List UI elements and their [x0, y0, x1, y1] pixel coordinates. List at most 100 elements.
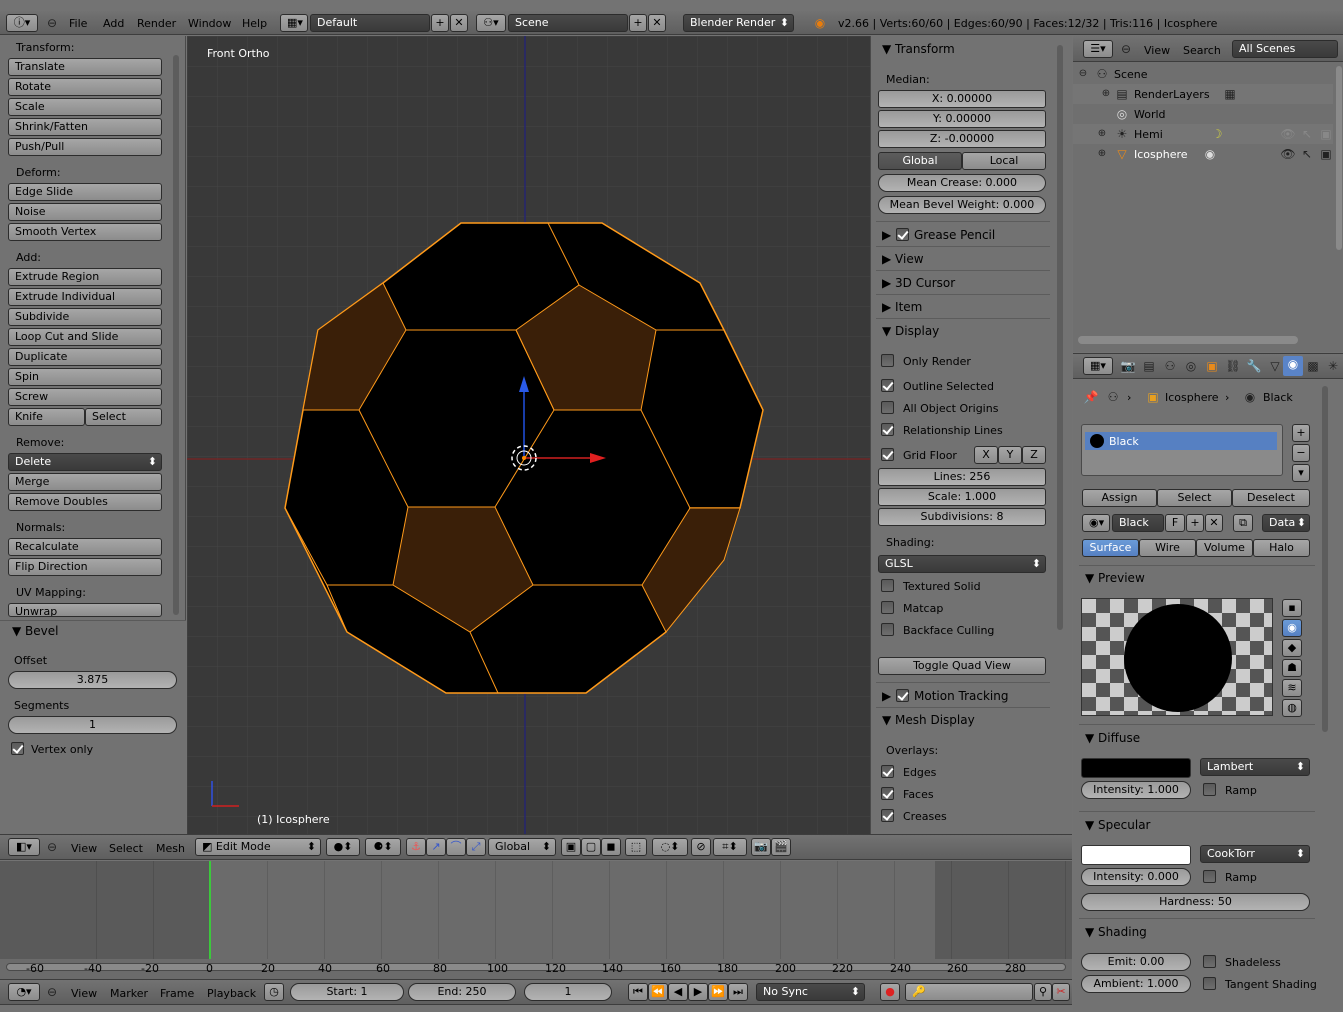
display-panel-header[interactable]: ▼ Display: [882, 324, 939, 338]
particles-tab-icon[interactable]: ✳: [1325, 358, 1341, 374]
matcap-checkbox[interactable]: [881, 601, 894, 614]
collapse-menu-icon[interactable]: ⊖: [44, 984, 60, 1000]
menu-file[interactable]: File: [69, 17, 87, 30]
outliner-menu-search[interactable]: Search: [1183, 44, 1221, 57]
render-animation-icon[interactable]: 🎬: [771, 838, 791, 856]
breadcrumb-material[interactable]: Black: [1263, 391, 1293, 404]
fake-user-toggle[interactable]: F: [1165, 514, 1185, 532]
editor-type-button[interactable]: ⓘ▾: [6, 14, 38, 32]
limit-selection-icon[interactable]: ⬚: [625, 838, 647, 856]
menu-help[interactable]: Help: [242, 17, 267, 30]
spin-button[interactable]: Spin: [8, 368, 162, 386]
mode-select[interactable]: ◩ Edit Mode ⬍: [195, 838, 321, 856]
timeline-editor-type-button[interactable]: ◔▾: [8, 983, 40, 1001]
grid-lines-field[interactable]: Lines: 256: [878, 468, 1046, 486]
diffuse-panel-header[interactable]: ▼ Diffuse: [1085, 731, 1140, 745]
edges-checkbox[interactable]: [881, 765, 894, 778]
keying-set-field[interactable]: 🔑: [905, 983, 1033, 1001]
layout-field[interactable]: Default: [310, 14, 430, 32]
only-render-checkbox[interactable]: [881, 354, 894, 367]
specular-intensity-field[interactable]: Intensity: 0.000: [1081, 868, 1191, 886]
play-icon[interactable]: ▶: [688, 983, 708, 1001]
noise-button[interactable]: Noise: [8, 203, 162, 221]
add-slot-icon[interactable]: +: [1292, 424, 1310, 442]
specular-ramp-checkbox[interactable]: [1203, 870, 1216, 883]
new-material-icon[interactable]: +: [1186, 514, 1204, 532]
orientation-select[interactable]: Global ⬍: [488, 838, 556, 856]
outliner-vscrollbar[interactable]: [1336, 66, 1342, 250]
faces-checkbox[interactable]: [881, 787, 894, 800]
material-browse-icon[interactable]: ◉▾: [1082, 514, 1110, 532]
menu-render[interactable]: Render: [137, 17, 176, 30]
visibility-eye-icon[interactable]: 👁: [1280, 146, 1296, 162]
tool-shelf-scrollbar[interactable]: [173, 55, 179, 615]
median-y-field[interactable]: Y: 0.00000: [878, 110, 1046, 128]
proportional-edit-select[interactable]: ◌⬍: [652, 838, 688, 856]
collapse-scene-icon[interactable]: ⊖: [1075, 66, 1091, 82]
view3d-menu-select[interactable]: Select: [109, 842, 143, 855]
shading-mode-select[interactable]: GLSL ⬍: [878, 555, 1046, 573]
vertex-only-checkbox[interactable]: [11, 742, 24, 755]
render-camera-icon[interactable]: ▣: [1318, 126, 1334, 142]
screen-layout-icon[interactable]: ▦▾: [280, 14, 308, 32]
bevel-panel-title[interactable]: ▼ Bevel: [12, 624, 58, 638]
grid-x-toggle[interactable]: X: [974, 446, 998, 464]
preview-flat-icon[interactable]: ▪: [1282, 599, 1302, 617]
specular-panel-header[interactable]: ▼ Specular: [1085, 818, 1151, 832]
flip-direction-button[interactable]: Flip Direction: [8, 558, 162, 576]
hardness-field[interactable]: Hardness: 50: [1081, 893, 1310, 911]
view3d-menu-view[interactable]: View: [71, 842, 97, 855]
collapse-menu-icon[interactable]: ⊖: [1118, 41, 1134, 57]
timeline-menu-view[interactable]: View: [71, 987, 97, 1000]
knife-button[interactable]: Knife: [8, 408, 85, 426]
rotate-manipulator-icon[interactable]: ⌒: [446, 838, 466, 856]
tab-halo[interactable]: Halo: [1253, 539, 1310, 557]
mean-crease-field[interactable]: Mean Crease: 0.000: [878, 174, 1046, 192]
median-z-field[interactable]: Z: -0.00000: [878, 130, 1046, 148]
vertex-select-icon[interactable]: ▣: [561, 838, 581, 856]
recalculate-button[interactable]: Recalculate: [8, 538, 162, 556]
textured-solid-checkbox[interactable]: [881, 579, 894, 592]
motion-tracking-header[interactable]: ▶: [882, 689, 891, 703]
local-toggle[interactable]: Local: [962, 152, 1046, 170]
relationship-lines-checkbox[interactable]: [881, 423, 894, 436]
render-tab-icon[interactable]: 📷: [1120, 358, 1136, 374]
edge-select-icon[interactable]: ▢: [581, 838, 601, 856]
render-still-icon[interactable]: 📷: [751, 838, 771, 856]
diffuse-color-swatch[interactable]: [1081, 758, 1191, 778]
remove-layout-icon[interactable]: ✕: [450, 14, 468, 32]
diffuse-intensity-field[interactable]: Intensity: 1.000: [1081, 781, 1191, 799]
preview-hair-icon[interactable]: ≋: [1282, 679, 1302, 697]
extrude-region-button[interactable]: Extrude Region: [8, 268, 162, 286]
constraints-tab-icon[interactable]: ⛓: [1225, 358, 1241, 374]
properties-editor-type-button[interactable]: ▦▾: [1083, 357, 1113, 375]
material-name-field[interactable]: Black: [1112, 514, 1164, 532]
outliner-editor-type-button[interactable]: ☰▾: [1083, 40, 1113, 58]
select-cursor-icon[interactable]: ↖: [1299, 146, 1315, 162]
timeline-menu-marker[interactable]: Marker: [110, 987, 148, 1000]
material-tab-icon[interactable]: ◉: [1283, 356, 1303, 376]
view-panel-header[interactable]: ▶ View: [882, 252, 924, 266]
pivot-point-select[interactable]: ⚈⬍: [365, 838, 401, 856]
grease-pencil-header[interactable]: ▶: [882, 228, 891, 242]
smooth-vertex-button[interactable]: Smooth Vertex: [8, 223, 162, 241]
insert-key-icon[interactable]: ⚲: [1034, 983, 1052, 1001]
sync-mode-select[interactable]: No Sync ⬍: [756, 983, 865, 1001]
object-tab-icon[interactable]: ▣: [1204, 358, 1220, 374]
jump-key-back-icon[interactable]: ⏪: [648, 983, 668, 1001]
select-button[interactable]: Select: [1157, 489, 1232, 507]
translate-button[interactable]: Translate: [8, 58, 162, 76]
emit-field[interactable]: Emit: 0.00: [1081, 953, 1191, 971]
edge-slide-button[interactable]: Edge Slide: [8, 183, 162, 201]
delete-menu-button[interactable]: Delete ⬍: [8, 453, 162, 471]
record-icon[interactable]: ●: [880, 983, 900, 1001]
view3d-menu-mesh[interactable]: Mesh: [156, 842, 185, 855]
creases-checkbox[interactable]: [881, 809, 894, 822]
data-tab-icon[interactable]: ▽: [1267, 358, 1283, 374]
pin-icon[interactable]: 📌: [1083, 389, 1099, 405]
ambient-field[interactable]: Ambient: 1.000: [1081, 975, 1191, 993]
jump-start-icon[interactable]: ⏮: [628, 983, 648, 1001]
scale-manipulator-icon[interactable]: ⤢: [466, 838, 486, 856]
grid-scale-field[interactable]: Scale: 1.000: [878, 488, 1046, 506]
all-origins-checkbox[interactable]: [881, 401, 894, 414]
